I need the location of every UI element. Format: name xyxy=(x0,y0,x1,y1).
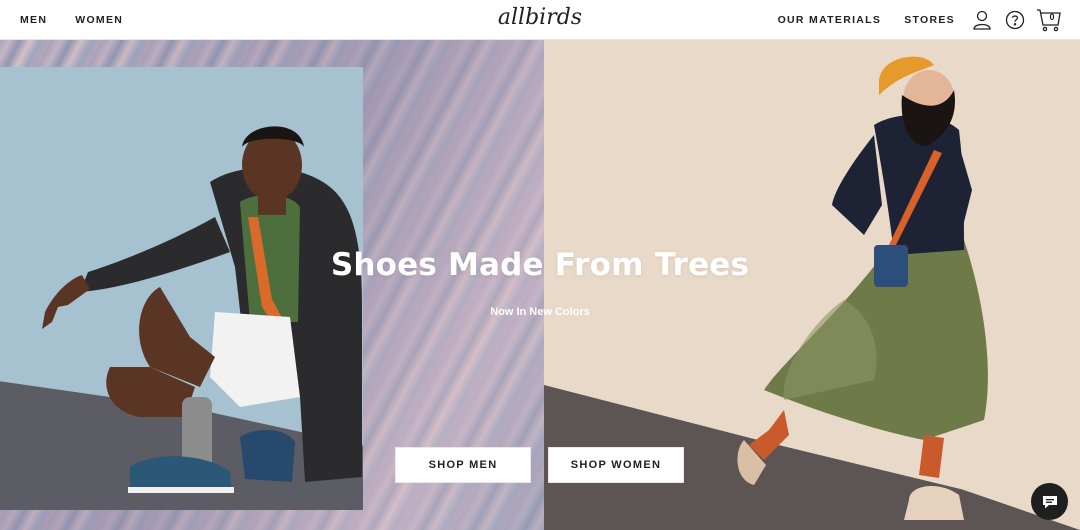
cart-icon[interactable]: 0 xyxy=(1036,8,1062,32)
shop-women-button[interactable]: SHOP WOMEN xyxy=(548,447,684,483)
nav-stores-link[interactable]: STORES xyxy=(904,14,955,26)
hero-title: Shoes Made From Trees xyxy=(330,247,750,283)
hero-subtitle: Now In New Colors xyxy=(490,306,590,318)
nav-our-materials-link[interactable]: OUR MATERIALS xyxy=(778,14,882,26)
primary-nav: MEN WOMEN xyxy=(20,0,123,40)
site-header: MEN WOMEN allbirds OUR MATERIALS STORES xyxy=(0,0,1080,40)
logo-text: allbirds xyxy=(498,5,582,30)
logo-wordmark: allbirds xyxy=(498,5,582,30)
allbirds-logo[interactable]: allbirds xyxy=(492,2,588,34)
help-icon[interactable] xyxy=(1004,9,1026,31)
cart-count-badge: 0 xyxy=(1049,12,1055,22)
chat-icon[interactable] xyxy=(1031,483,1068,520)
nav-men-link[interactable]: MEN xyxy=(20,14,47,26)
secondary-nav: OUR MATERIALS STORES 0 xyxy=(778,0,1062,40)
nav-women-link[interactable]: WOMEN xyxy=(75,14,123,26)
hero-section: Shoes Made From Trees Now In New Colors … xyxy=(0,40,1080,530)
shop-men-button[interactable]: SHOP MEN xyxy=(395,447,531,483)
man-figure xyxy=(42,126,362,493)
men-hero-image xyxy=(0,67,363,510)
account-icon[interactable] xyxy=(971,9,993,31)
